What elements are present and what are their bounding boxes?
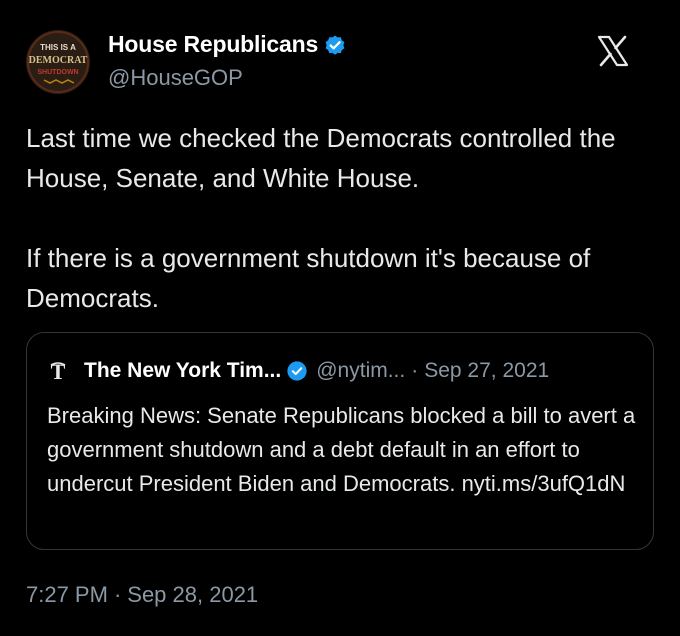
quoted-tweet-date[interactable]: Sep 27, 2021 bbox=[424, 359, 549, 383]
separator-dot: · bbox=[113, 582, 122, 607]
nyt-logo-icon: T bbox=[50, 360, 66, 382]
verified-badge-icon bbox=[325, 35, 345, 55]
tweet-header: THIS IS A DEMOCRAT SHUTDOWN House Republ… bbox=[26, 26, 666, 96]
tweet-paragraph: Last time we checked the Democrats contr… bbox=[26, 123, 616, 193]
separator-dot: · bbox=[411, 359, 419, 382]
tweet-timestamp[interactable]: 7:27 PM · Sep 28, 2021 bbox=[26, 582, 258, 608]
avatar-line-1: THIS IS A bbox=[40, 43, 76, 52]
author-name-row: House Republicans bbox=[108, 31, 347, 58]
quoted-tweet-text: Breaking News: Senate Republicans blocke… bbox=[47, 403, 636, 496]
quoted-tweet[interactable]: T The New York Tim... @nytim... · Sep 27… bbox=[26, 332, 654, 550]
author-handle[interactable]: @HouseGOP bbox=[108, 65, 243, 91]
tweet-date: Sep 28, 2021 bbox=[127, 582, 259, 607]
verified-badge-icon bbox=[287, 361, 307, 381]
tweet-time: 7:27 PM bbox=[26, 582, 108, 607]
avatar-line-2: DEMOCRAT bbox=[29, 55, 88, 66]
avatar-line-3: SHUTDOWN bbox=[37, 69, 78, 76]
quoted-tweet-body: Breaking News: Senate Republicans blocke… bbox=[47, 399, 639, 501]
tweet-body: Last time we checked the Democrats contr… bbox=[26, 118, 656, 318]
avatar[interactable]: THIS IS A DEMOCRAT SHUTDOWN bbox=[26, 30, 90, 94]
author-display-name[interactable]: House Republicans bbox=[108, 31, 318, 58]
x-logo-icon[interactable] bbox=[596, 34, 630, 68]
avatar-image: THIS IS A DEMOCRAT SHUTDOWN bbox=[26, 30, 90, 94]
tweet-paragraph: If there is a government shutdown it's b… bbox=[26, 243, 591, 313]
quoted-tweet-header: T The New York Tim... @nytim... · Sep 27… bbox=[47, 359, 549, 383]
quoted-author-handle[interactable]: @nytim... bbox=[316, 359, 405, 383]
tweet-card: THIS IS A DEMOCRAT SHUTDOWN House Republ… bbox=[0, 0, 680, 636]
quoted-author-name[interactable]: The New York Tim... bbox=[84, 359, 281, 383]
